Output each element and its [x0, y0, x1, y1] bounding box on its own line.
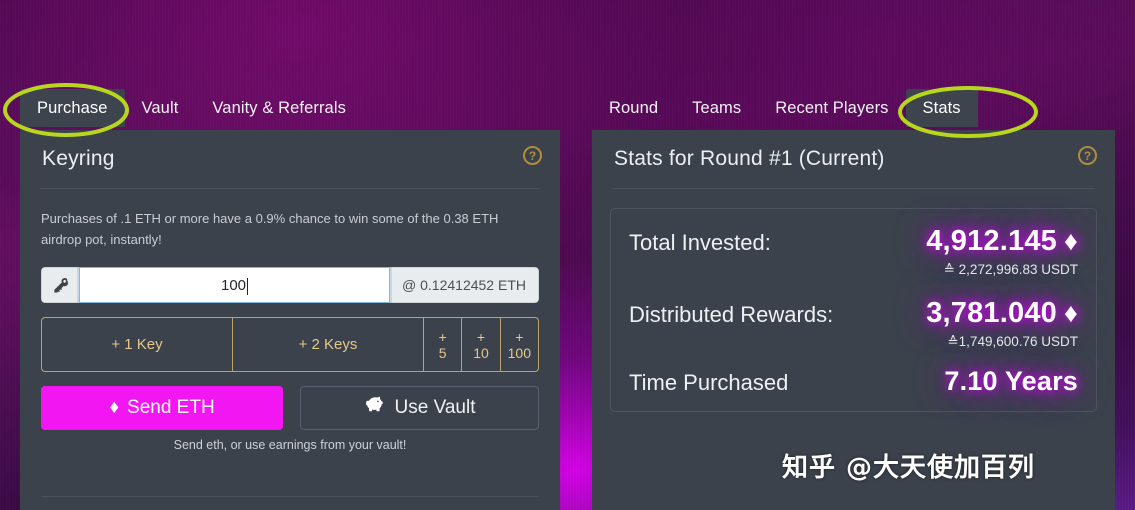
add-5-button[interactable]: + 5 [424, 318, 463, 372]
distributed-rewards-value: 3,781.040 ♦ [926, 297, 1078, 330]
distributed-rewards-label: Distributed Rewards: [629, 302, 834, 327]
use-vault-label: Use Vault [394, 397, 476, 419]
stat-row: Distributed Rewards: 3,781.040 ♦ [629, 297, 1078, 330]
total-invested-value: 4,912.145 ♦ [926, 225, 1078, 258]
plus-symbol: + [476, 328, 486, 345]
help-icon[interactable]: ? [1078, 146, 1097, 165]
watermark: 知乎 @大天使加百列 [782, 453, 1036, 483]
send-hint-text: Send eth, or use earnings from your vaul… [173, 438, 407, 453]
left-tab-strip: Purchase Vault Vanity & Referrals [20, 89, 363, 127]
tab-round[interactable]: Round [592, 89, 675, 127]
quick-key-button-group: + 1 Key + 2 Keys + 5 + 10 + 100 [41, 317, 539, 373]
tab-recent-players[interactable]: Recent Players [758, 89, 905, 127]
plus-symbol: + [438, 328, 447, 345]
time-purchased-value: 7.10 Years [944, 366, 1078, 396]
add-100-button[interactable]: + 100 [501, 318, 538, 371]
stat-row: Time Purchased 7.10 Years [629, 366, 1078, 397]
text-caret [247, 277, 249, 295]
add-2-keys-button[interactable]: + 2 Keys [233, 318, 424, 372]
add-amount: 5 [438, 344, 447, 361]
key-amount-value: 100 [221, 276, 247, 294]
add-amount: 100 [507, 344, 531, 361]
send-eth-label: Send ETH [127, 397, 215, 419]
ethereum-icon: ♦ [109, 397, 120, 419]
key-amount-input[interactable]: 100 [79, 267, 391, 304]
tab-teams[interactable]: Teams [675, 89, 758, 127]
right-tab-strip: Round Teams Recent Players Stats [592, 89, 978, 127]
use-vault-button[interactable]: Use Vault [300, 386, 539, 431]
header-divider [612, 188, 1095, 189]
add-1-key-button[interactable]: + 1 Key [42, 318, 233, 372]
plus-symbol: + [515, 328, 524, 345]
stats-title: Stats for Round #1 (Current) [614, 147, 885, 170]
keyring-panel-body: Purchases of .1 ETH or more have a 0.9% … [20, 208, 560, 452]
send-eth-button[interactable]: ♦ Send ETH [41, 386, 283, 431]
page-title: Keyring [42, 147, 115, 170]
help-icon[interactable]: ? [523, 146, 542, 165]
tab-stats[interactable]: Stats [905, 89, 978, 127]
key-amount-input-group: 100 @ 0.12412452 ETH [41, 267, 539, 304]
tab-vanity-referrals[interactable]: Vanity & Referrals [195, 89, 363, 127]
distributed-rewards-usdt: ≙1,749,600.76 USDT [947, 334, 1078, 349]
ethereum-icon: ♦ [1064, 226, 1078, 256]
eth-price-suffix: @ 0.12412452 ETH [390, 267, 539, 304]
time-purchased-label: Time Purchased [629, 370, 789, 395]
footer-divider [41, 496, 539, 497]
total-invested-number: 4,912.145 [926, 225, 1058, 257]
add-amount: 10 [473, 344, 489, 361]
distributed-rewards-number: 3,781.040 [926, 297, 1058, 329]
header-divider [40, 188, 540, 189]
stat-row: Total Invested: 4,912.145 ♦ [629, 225, 1078, 258]
keyring-panel: Keyring ? Purchases of .1 ETH or more ha… [20, 130, 560, 510]
stats-box: Total Invested: 4,912.145 ♦ ≙ 2,272,996.… [610, 208, 1097, 412]
add-10-button[interactable]: + 10 [462, 318, 501, 372]
stats-panel-header: Stats for Round #1 (Current) ? [592, 130, 1115, 171]
action-button-row: ♦ Send ETH Use Vault [41, 386, 539, 431]
keyring-panel-header: Keyring ? [20, 130, 560, 171]
piggy-bank-icon [364, 396, 386, 420]
ethereum-icon: ♦ [1064, 298, 1078, 328]
total-invested-usdt: ≙ 2,272,996.83 USDT [943, 262, 1078, 277]
tab-vault[interactable]: Vault [125, 89, 196, 127]
tab-purchase[interactable]: Purchase [20, 89, 125, 127]
airdrop-blurb: Purchases of .1 ETH or more have a 0.9% … [41, 211, 499, 248]
key-icon [41, 267, 79, 304]
total-invested-label: Total Invested: [629, 230, 771, 255]
